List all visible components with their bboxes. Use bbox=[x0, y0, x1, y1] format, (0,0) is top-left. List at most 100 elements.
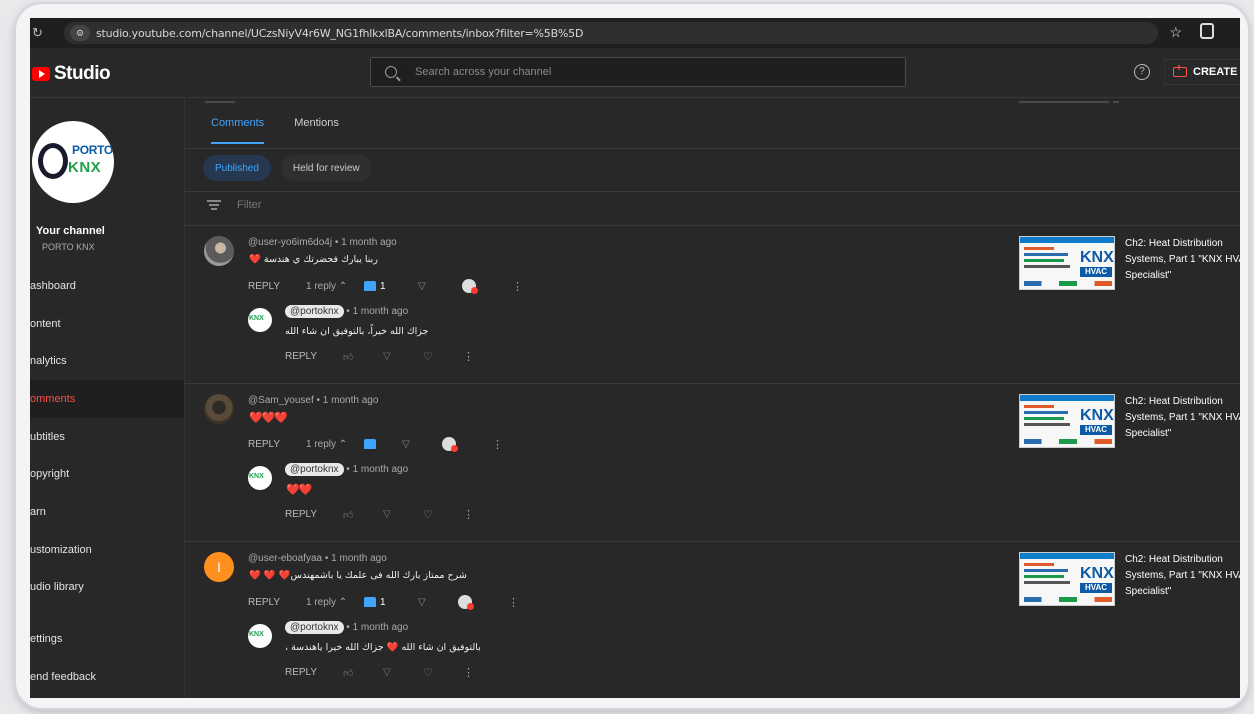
reply-text: جزاك الله خيراً، بالتوفيق ان شاء الله bbox=[285, 326, 429, 337]
video-title[interactable]: Ch2: Heat Distribution Systems, Part 1 "… bbox=[1125, 394, 1240, 442]
browser-toolbar: ↻ ⚙ studio.youtube.com/channel/UCzsNiyV4… bbox=[30, 18, 1240, 48]
comment-author[interactable]: @Sam_yousef bbox=[248, 395, 314, 406]
sidebar-item-audio-library[interactable]: udio library bbox=[30, 569, 184, 607]
tab-comments[interactable]: Comments bbox=[211, 117, 265, 144]
creator-heart-icon[interactable] bbox=[442, 437, 458, 452]
studio-logo[interactable]: Studio bbox=[32, 63, 111, 85]
reply-actions: REPLY 👍︎ ▽ ♡ ⋮ bbox=[285, 666, 474, 679]
reply-author[interactable]: @portoknx bbox=[285, 463, 344, 476]
comment-time: • 1 month ago bbox=[334, 237, 397, 248]
reply-button[interactable]: REPLY bbox=[248, 281, 306, 292]
main-content: Comments Mentions Published Held for rev… bbox=[184, 99, 1240, 698]
sidebar-item-subtitles[interactable]: ubtitles bbox=[30, 418, 184, 456]
comment-author[interactable]: @user-yo6im6do4j bbox=[248, 237, 332, 248]
more-options-icon[interactable]: ⋮ bbox=[463, 350, 474, 363]
reply-button[interactable]: REPLY bbox=[248, 439, 306, 450]
comment-author[interactable]: @user-eboafyaa bbox=[248, 553, 322, 564]
reply-avatar[interactable]: KNX bbox=[248, 466, 272, 490]
reply-button[interactable]: REPLY bbox=[248, 597, 306, 608]
bookmark-star-icon[interactable]: ☆ bbox=[1169, 24, 1182, 41]
comment-meta: @Sam_yousef • 1 month ago bbox=[248, 395, 378, 406]
more-options-icon[interactable]: ⋮ bbox=[512, 280, 523, 293]
video-thumbnail[interactable]: KNX HVAC bbox=[1019, 394, 1115, 448]
screen: ↻ ⚙ studio.youtube.com/channel/UCzsNiyV4… bbox=[30, 18, 1240, 698]
sidebar-item-analytics[interactable]: nalytics bbox=[30, 342, 184, 380]
replies-toggle[interactable]: 1 reply ⌃ bbox=[306, 597, 364, 608]
video-thumbnail[interactable]: KNX HVAC bbox=[1019, 236, 1115, 290]
more-options-icon[interactable]: ⋮ bbox=[508, 596, 519, 609]
video-title[interactable]: Ch2: Heat Distribution Systems, Part 1 "… bbox=[1125, 552, 1240, 600]
reply-button[interactable]: REPLY bbox=[285, 509, 343, 520]
reply-actions: REPLY 👍︎ ▽ ♡ ⋮ bbox=[285, 508, 474, 521]
replies-toggle[interactable]: 1 reply ⌃ bbox=[306, 281, 364, 292]
site-settings-icon[interactable]: ⚙ bbox=[70, 25, 90, 41]
reply-author[interactable]: @portoknx bbox=[285, 621, 344, 634]
create-button[interactable]: CREATE bbox=[1164, 59, 1240, 85]
like-icon[interactable]: 👍︎ bbox=[343, 351, 383, 363]
device-frame: ↻ ⚙ studio.youtube.com/channel/UCzsNiyV4… bbox=[16, 4, 1248, 708]
heart-icon[interactable]: ♡ bbox=[423, 351, 463, 362]
comment-text: ❤️ ربنا يبارك فحضرتك ي هندسة bbox=[249, 254, 378, 265]
studio-header: Studio Search across your channel ? CREA… bbox=[30, 48, 1240, 98]
dislike-icon[interactable]: ▽ bbox=[383, 667, 423, 678]
commenter-avatar[interactable] bbox=[204, 394, 234, 424]
sidebar-item-dashboard[interactable]: ashboard bbox=[30, 267, 184, 305]
dislike-icon[interactable]: ▽ bbox=[383, 509, 423, 520]
creator-heart-icon[interactable] bbox=[458, 595, 474, 610]
commenter-avatar[interactable]: I bbox=[204, 552, 234, 582]
like-count: 1 bbox=[380, 280, 386, 292]
search-input[interactable]: Search across your channel bbox=[370, 57, 906, 87]
sidebar-item-earn[interactable]: arn bbox=[30, 493, 184, 531]
heart-icon[interactable]: ♡ bbox=[423, 509, 463, 520]
like-icon[interactable]: 👍︎ bbox=[343, 509, 383, 521]
tab-mentions[interactable]: Mentions bbox=[294, 117, 339, 144]
dislike-icon[interactable]: ▽ bbox=[383, 351, 423, 362]
create-label: CREATE bbox=[1193, 66, 1238, 78]
search-icon bbox=[385, 66, 397, 78]
help-icon[interactable]: ? bbox=[1134, 64, 1150, 80]
dislike-icon[interactable]: ▽ bbox=[418, 597, 458, 608]
chip-held-for-review[interactable]: Held for review bbox=[280, 155, 372, 181]
reply-text: ❤️❤️ bbox=[286, 483, 312, 496]
sidebar-item-customization[interactable]: ustomization bbox=[30, 531, 184, 569]
like-icon[interactable] bbox=[364, 597, 376, 607]
comment-text: ❤️❤️❤️ bbox=[249, 411, 288, 424]
reload-icon[interactable]: ↻ bbox=[32, 25, 48, 41]
commenter-avatar[interactable] bbox=[204, 236, 234, 266]
video-title[interactable]: Ch2: Heat Distribution Systems, Part 1 "… bbox=[1125, 236, 1240, 284]
more-options-icon[interactable]: ⋮ bbox=[463, 508, 474, 521]
replies-toggle[interactable]: 1 reply ⌃ bbox=[306, 439, 364, 450]
channel-avatar[interactable]: PORTO KNX bbox=[32, 121, 114, 203]
filter-bar[interactable]: Filter bbox=[207, 199, 261, 211]
like-icon[interactable]: 👍︎ bbox=[343, 667, 383, 679]
sidebar-item-send-feedback[interactable]: end feedback bbox=[30, 658, 184, 696]
dislike-icon[interactable]: ▽ bbox=[418, 281, 458, 292]
reply-time: • 1 month ago bbox=[346, 622, 409, 633]
chip-published[interactable]: Published bbox=[203, 155, 271, 181]
address-bar[interactable]: ⚙ studio.youtube.com/channel/UCzsNiyV4r6… bbox=[64, 22, 1158, 44]
video-thumbnail[interactable]: KNX HVAC bbox=[1019, 552, 1115, 606]
reply-time: • 1 month ago bbox=[346, 464, 409, 475]
sidebar-item-comments[interactable]: omments bbox=[30, 380, 184, 418]
like-icon[interactable] bbox=[364, 439, 376, 449]
url-text[interactable]: studio.youtube.com/channel/UCzsNiyV4r6W_… bbox=[96, 27, 583, 40]
reply-avatar[interactable]: KNX bbox=[248, 624, 272, 648]
more-options-icon[interactable]: ⋮ bbox=[463, 666, 474, 679]
dislike-icon[interactable]: ▽ bbox=[402, 439, 442, 450]
channel-name: PORTO KNX bbox=[42, 242, 95, 252]
sidebar-item-content[interactable]: ontent bbox=[30, 305, 184, 343]
top-strip bbox=[185, 99, 1240, 106]
more-options-icon[interactable]: ⋮ bbox=[492, 438, 503, 451]
reply-avatar[interactable]: KNX bbox=[248, 308, 272, 332]
heart-icon[interactable]: ♡ bbox=[423, 667, 463, 678]
tab-divider bbox=[185, 148, 1240, 149]
sidebar-item-settings[interactable]: ettings bbox=[30, 620, 184, 658]
sidebar-item-copyright[interactable]: opyright bbox=[30, 455, 184, 493]
creator-heart-icon[interactable] bbox=[462, 279, 478, 294]
reply-actions: REPLY 👍︎ ▽ ♡ ⋮ bbox=[285, 350, 474, 363]
extensions-icon[interactable] bbox=[1200, 23, 1214, 39]
reply-author[interactable]: @portoknx bbox=[285, 305, 344, 318]
like-icon[interactable] bbox=[364, 281, 376, 291]
reply-button[interactable]: REPLY bbox=[285, 667, 343, 678]
reply-button[interactable]: REPLY bbox=[285, 351, 343, 362]
